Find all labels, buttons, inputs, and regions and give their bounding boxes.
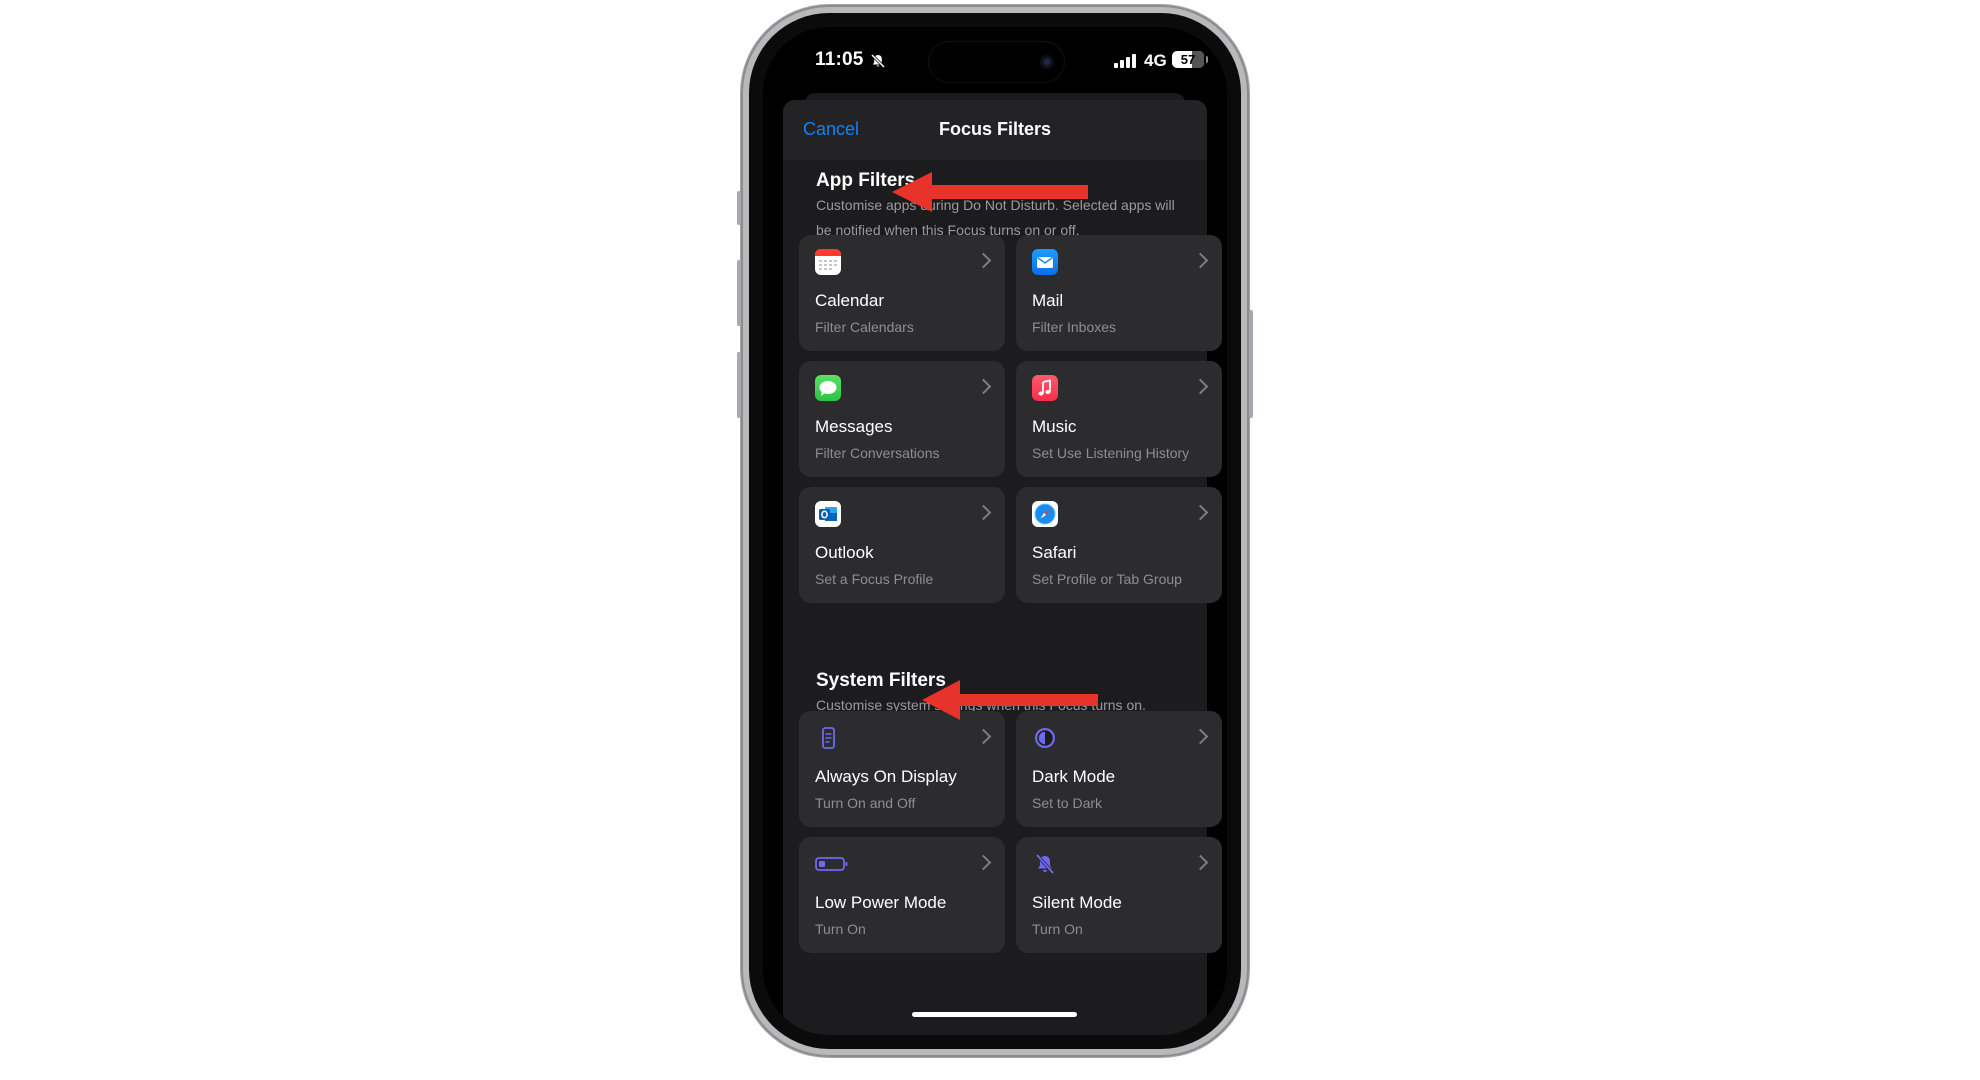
filter-card-title: Calendar <box>815 291 884 310</box>
filter-card-title: Messages <box>815 417 893 436</box>
phone-frame: 11:05 4G 57 Cancel Focus Filters App Fil… <box>737 5 1253 1057</box>
bell-slash-icon <box>870 53 886 69</box>
annotation-arrow-system-filters <box>922 680 1098 720</box>
chevron-right-icon <box>975 728 992 745</box>
filter-card-title: Music <box>1032 417 1077 436</box>
silent-mode-icon <box>1032 851 1058 877</box>
action-button <box>737 191 741 225</box>
filter-card-subtitle: Turn On and Off <box>815 795 916 811</box>
filter-card-safari[interactable]: Safari Set Profile or Tab Group <box>1016 487 1222 603</box>
safari-icon <box>1032 501 1058 527</box>
low-power-icon <box>815 851 849 877</box>
power-button <box>1249 310 1253 418</box>
camera-icon <box>1040 55 1054 69</box>
chevron-right-icon <box>1192 728 1209 745</box>
chevron-right-icon <box>1192 504 1209 521</box>
volume-up-button <box>737 260 741 326</box>
filter-card-title: Outlook <box>815 543 874 562</box>
filter-card-always-on-display[interactable]: Always On Display Turn On and Off <box>799 711 1005 827</box>
page-title: Focus Filters <box>938 119 1052 139</box>
filter-card-title: Low Power Mode <box>815 893 947 912</box>
filter-card-title: Mail <box>1032 291 1064 310</box>
status-time: 11:05 <box>815 49 864 70</box>
filter-card-title: Always On Display <box>815 767 957 786</box>
chevron-right-icon <box>975 854 992 871</box>
filter-card-low-power-mode[interactable]: Low Power Mode Turn On <box>799 837 1005 953</box>
filter-card-silent-mode[interactable]: Silent Mode Turn On <box>1016 837 1222 953</box>
mail-icon <box>1032 249 1058 275</box>
chevron-right-icon <box>975 504 992 521</box>
chevron-right-icon <box>975 378 992 395</box>
volume-down-button <box>737 352 741 418</box>
battery-tip <box>1206 56 1208 63</box>
chevron-right-icon <box>1192 378 1209 395</box>
filter-card-mail[interactable]: Mail Filter Inboxes <box>1016 235 1222 351</box>
filter-card-subtitle: Set a Focus Profile <box>815 571 934 587</box>
filter-card-title: Safari <box>1032 543 1077 562</box>
outlook-icon <box>815 501 841 527</box>
chevron-right-icon <box>975 252 992 269</box>
battery-icon: 57 <box>1172 51 1204 68</box>
status-bar: 11:05 4G 57 <box>763 27 1227 97</box>
filter-card-subtitle: Filter Conversations <box>815 445 940 461</box>
filter-card-calendar[interactable]: Calendar Filter Calendars <box>799 235 1005 351</box>
filter-card-subtitle: Set Profile or Tab Group <box>1032 571 1182 587</box>
filter-card-music[interactable]: Music Set Use Listening History <box>1016 361 1222 477</box>
dynamic-island <box>929 42 1064 82</box>
filter-card-messages[interactable]: Messages Filter Conversations <box>799 361 1005 477</box>
filter-card-title: Dark Mode <box>1032 767 1116 786</box>
music-icon <box>1032 375 1058 401</box>
cellular-signal-icon <box>1114 54 1136 68</box>
nav-bar: Cancel Focus Filters <box>783 100 1207 160</box>
calendar-icon <box>815 249 841 275</box>
filter-card-title: Silent Mode <box>1032 893 1122 912</box>
focus-filters-sheet: Cancel Focus Filters App Filters Customi… <box>783 100 1222 1035</box>
dark-mode-icon <box>1032 725 1058 751</box>
filter-card-subtitle: Turn On <box>815 921 866 937</box>
filter-card-dark-mode[interactable]: Dark Mode Set to Dark <box>1016 711 1222 827</box>
home-indicator[interactable] <box>912 1012 1077 1017</box>
filter-card-subtitle: Set to Dark <box>1032 795 1103 811</box>
filter-card-subtitle: Set Use Listening History <box>1032 445 1190 461</box>
chevron-right-icon <box>1192 252 1209 269</box>
battery-level: 57 <box>1180 52 1196 67</box>
annotation-arrow-app-filters <box>892 172 1088 212</box>
always-on-display-icon <box>815 725 841 751</box>
network-type: 4G <box>1144 51 1167 70</box>
messages-icon <box>815 375 841 401</box>
filter-card-subtitle: Turn On <box>1032 921 1083 937</box>
chevron-right-icon <box>1192 854 1209 871</box>
filter-card-outlook[interactable]: Outlook Set a Focus Profile <box>799 487 1005 603</box>
filter-card-subtitle: Filter Calendars <box>815 319 914 335</box>
filter-card-subtitle: Filter Inboxes <box>1032 319 1117 335</box>
